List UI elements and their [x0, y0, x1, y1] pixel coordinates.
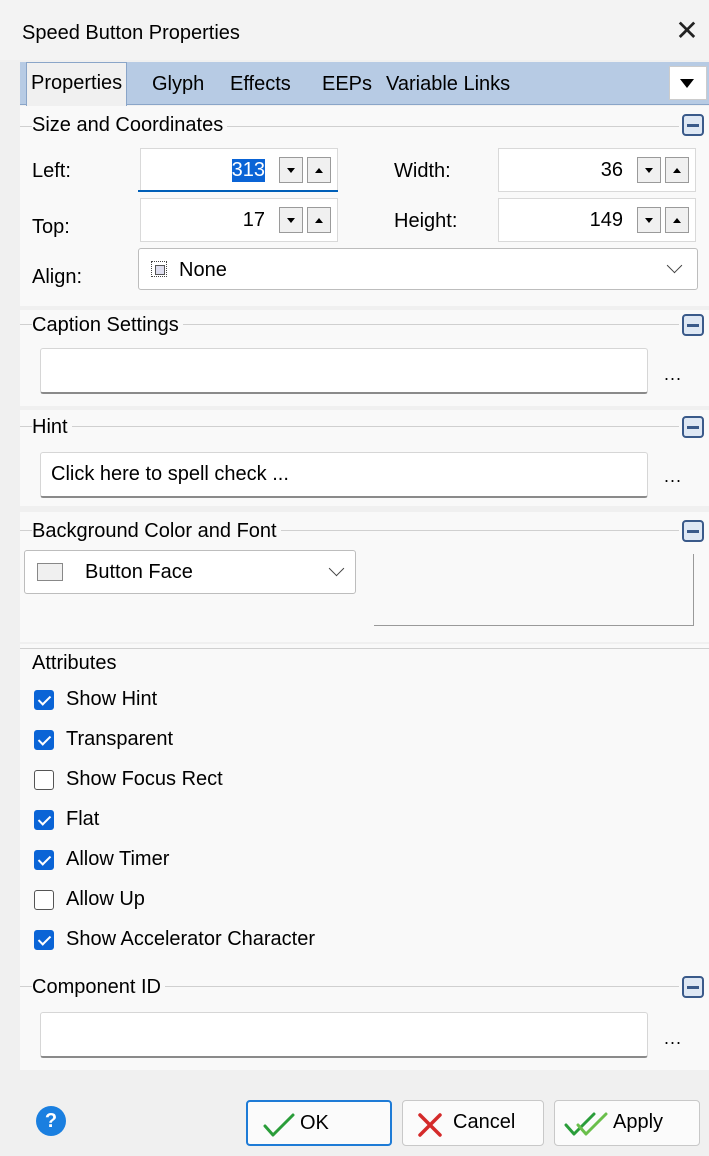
- section-title: Caption Settings: [32, 314, 183, 337]
- background-color-combo[interactable]: Button Face: [24, 550, 356, 594]
- component-id-ellipsis-button[interactable]: ...: [664, 1028, 682, 1049]
- collapse-icon[interactable]: [682, 314, 704, 336]
- checkbox-unchecked[interactable]: [34, 770, 54, 790]
- checkbox-unchecked[interactable]: [34, 890, 54, 910]
- tab-overflow-dropdown-icon[interactable]: [669, 66, 707, 100]
- left-value: 313: [231, 159, 265, 182]
- attribute-label: Show Hint: [66, 688, 158, 710]
- width-value: 36: [600, 159, 623, 181]
- attribute-label: Flat: [66, 808, 100, 830]
- align-label: Align:: [32, 266, 83, 288]
- check-icon: [263, 1113, 295, 1137]
- chevron-down-icon: [328, 560, 345, 577]
- focus-underline: [138, 190, 338, 192]
- attribute-label: Show Accelerator Character: [66, 928, 316, 950]
- section-title: Hint: [32, 416, 72, 439]
- attribute-label: Show Focus Rect: [66, 768, 223, 790]
- collapse-icon[interactable]: [682, 976, 704, 998]
- cancel-label: Cancel: [453, 1111, 516, 1133]
- close-icon: [418, 1113, 442, 1137]
- hint-input[interactable]: Click here to spell check ...: [40, 452, 648, 498]
- height-label: Height:: [394, 210, 458, 232]
- increment-icon[interactable]: [665, 157, 689, 183]
- attribute-label: Allow Up: [66, 888, 145, 910]
- component-id-input[interactable]: [40, 1012, 648, 1058]
- caption-ellipsis-button[interactable]: ...: [664, 364, 682, 385]
- align-combo[interactable]: None: [138, 248, 698, 290]
- tab-label: Variable Links: [386, 73, 511, 95]
- attribute-label: Transparent: [66, 728, 174, 750]
- checkbox-checked[interactable]: [34, 850, 54, 870]
- chevron-down-icon: [666, 257, 683, 274]
- component-id-section: Component ID ...: [20, 966, 709, 1070]
- tab-label: Glyph: [152, 73, 205, 95]
- close-icon[interactable]: ✕: [672, 14, 702, 48]
- collapse-icon[interactable]: [682, 520, 704, 542]
- caption-input[interactable]: [40, 348, 648, 394]
- increment-icon[interactable]: [307, 207, 331, 233]
- checkbox-checked[interactable]: [34, 690, 54, 710]
- hint-value: Click here to spell check ...: [51, 463, 289, 485]
- decrement-icon[interactable]: [637, 207, 661, 233]
- caption-section: Caption Settings ...: [20, 310, 709, 406]
- tab-strip: Properties Glyph Effects EEPs Variable L…: [20, 62, 709, 107]
- increment-icon[interactable]: [665, 207, 689, 233]
- section-title: Size and Coordinates: [32, 114, 228, 137]
- attribute-label: Allow Timer: [66, 848, 170, 870]
- color-swatch: [37, 563, 63, 581]
- section-title: Component ID: [32, 976, 165, 999]
- section-title: Background Color and Font: [32, 520, 281, 543]
- ok-label: OK: [300, 1112, 329, 1134]
- collapse-icon[interactable]: [682, 114, 704, 136]
- decrement-icon[interactable]: [279, 157, 303, 183]
- align-value: None: [179, 259, 227, 281]
- help-glyph: ?: [44, 1110, 58, 1132]
- attributes-section: Attributes Show Hint Transparent Show Fo…: [20, 644, 709, 966]
- checkbox-checked[interactable]: [34, 930, 54, 950]
- tab-label: EEPs: [322, 73, 373, 95]
- tab-properties[interactable]: Properties: [26, 62, 128, 107]
- checkbox-checked[interactable]: [34, 730, 54, 750]
- background-color-value: Button Face: [85, 561, 193, 583]
- hint-section: Hint Click here to spell check ... ...: [20, 410, 709, 506]
- left-spin-field[interactable]: 313: [140, 148, 338, 192]
- decrement-icon[interactable]: [279, 207, 303, 233]
- section-divider: [20, 426, 679, 427]
- width-spin-field[interactable]: 36: [498, 148, 696, 192]
- top-value: 17: [242, 209, 265, 231]
- apply-button[interactable]: Apply: [554, 1100, 700, 1146]
- apply-label: Apply: [613, 1111, 664, 1133]
- tab-variable-links[interactable]: Variable Links: [382, 64, 514, 102]
- double-check-icon: [564, 1112, 608, 1136]
- tab-label: Properties: [31, 72, 123, 94]
- cancel-button[interactable]: Cancel: [402, 1100, 544, 1146]
- height-spin-field[interactable]: 149: [498, 198, 696, 242]
- tab-eeps[interactable]: EEPs: [318, 64, 376, 102]
- help-icon[interactable]: ?: [36, 1106, 66, 1136]
- collapse-icon[interactable]: [682, 416, 704, 438]
- ok-button[interactable]: OK: [246, 1100, 392, 1146]
- align-inner-icon: [155, 265, 165, 275]
- tab-label: Effects: [230, 73, 291, 95]
- font-preview-box[interactable]: [374, 554, 694, 626]
- hint-ellipsis-button[interactable]: ...: [664, 466, 682, 487]
- window-title: Speed Button Properties: [22, 22, 240, 44]
- checkbox-checked[interactable]: [34, 810, 54, 830]
- increment-icon[interactable]: [307, 157, 331, 183]
- size-coordinates-section: Size and Coordinates Left: 313 Width: 36…: [20, 106, 709, 306]
- left-label: Left:: [32, 160, 71, 182]
- title-bar: Speed Button Properties ✕: [0, 0, 709, 60]
- tab-effects[interactable]: Effects: [226, 64, 295, 102]
- background-section: Background Color and Font Button Face: [20, 512, 709, 642]
- section-title: Attributes: [32, 652, 121, 675]
- decrement-icon[interactable]: [637, 157, 661, 183]
- tab-glyph[interactable]: Glyph: [148, 64, 208, 102]
- align-none-icon: [151, 261, 167, 277]
- top-label: Top:: [32, 216, 70, 238]
- dialog-window: Speed Button Properties ✕ Properties Gly…: [0, 0, 709, 1156]
- top-spin-field[interactable]: 17: [140, 198, 338, 242]
- height-value: 149: [589, 209, 623, 231]
- section-divider: [20, 648, 709, 649]
- width-label: Width:: [394, 160, 451, 182]
